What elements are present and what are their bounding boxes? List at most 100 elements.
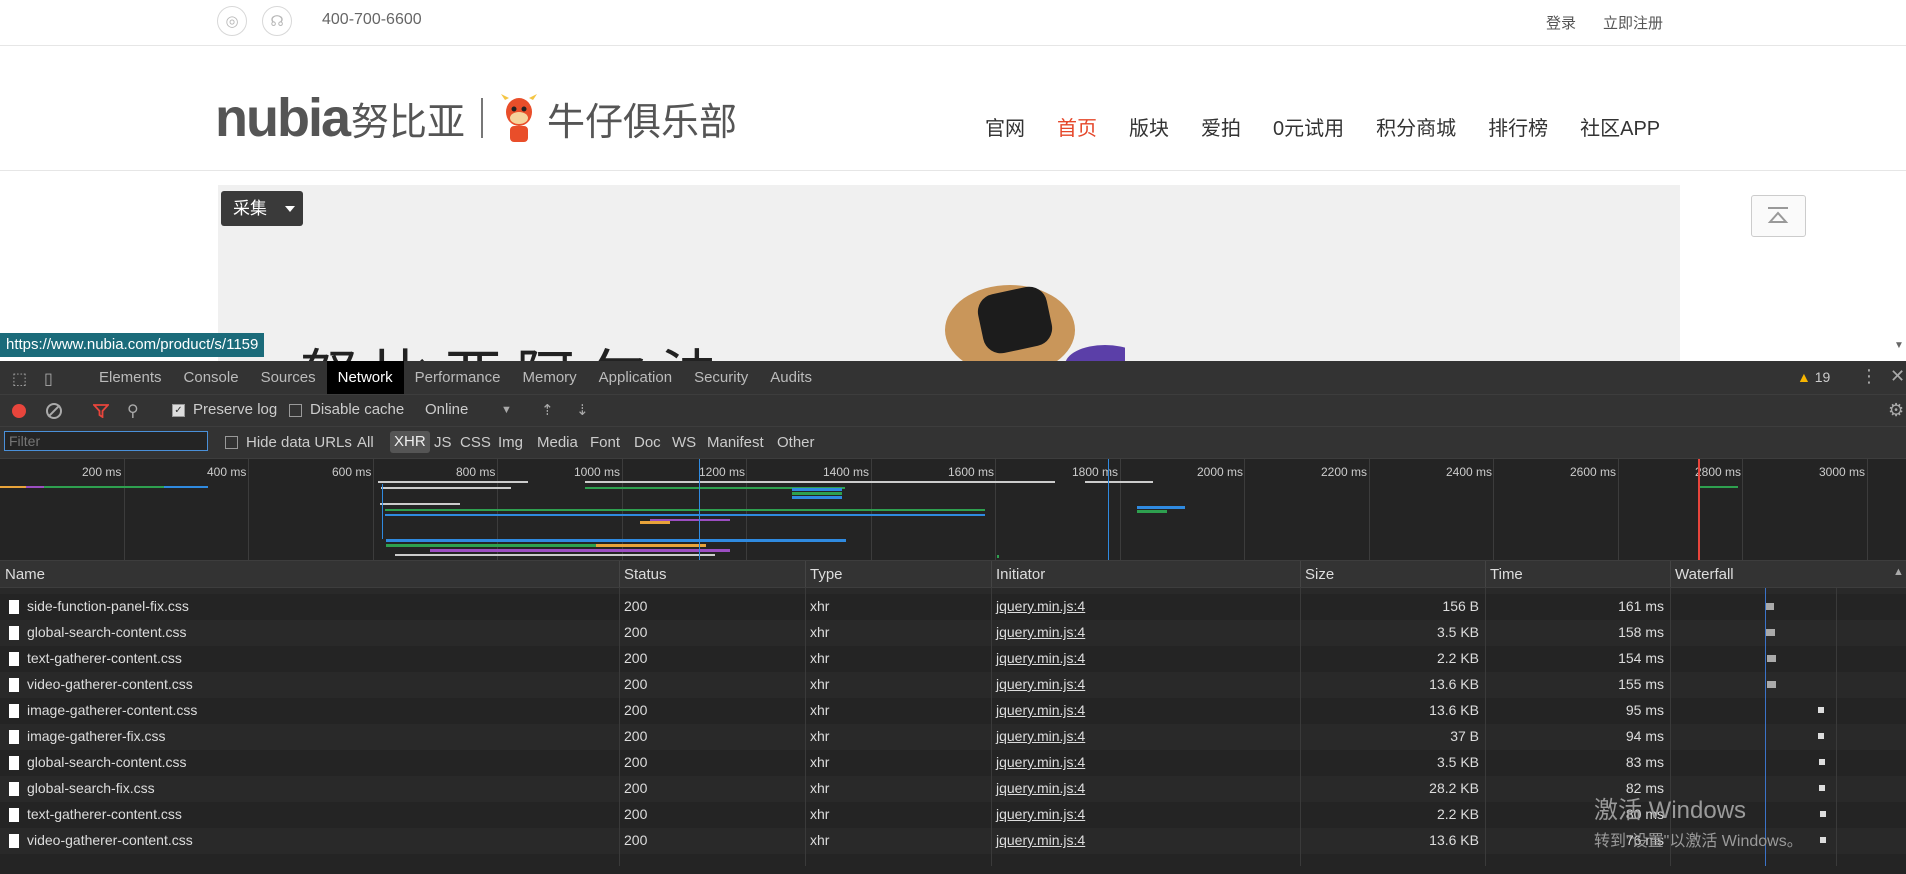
chevron-down-icon bbox=[285, 206, 295, 212]
nav-item-boards[interactable]: 版块 bbox=[1129, 112, 1169, 141]
nav-item-official-site[interactable]: 官网 bbox=[985, 112, 1025, 141]
table-row[interactable]: text-gatherer-content.css 200 xhr jquery… bbox=[0, 646, 1906, 672]
table-row[interactable]: global-search-content.css 200 xhr jquery… bbox=[0, 620, 1906, 646]
filter-type-media[interactable]: Media bbox=[537, 434, 578, 451]
request-initiator-link[interactable]: jquery.min.js:4 bbox=[996, 650, 1085, 666]
filter-type-manifest[interactable]: Manifest bbox=[707, 434, 764, 451]
preserve-log-checkbox[interactable]: ✓ bbox=[172, 404, 185, 417]
col-waterfall[interactable]: Waterfall bbox=[1675, 566, 1734, 583]
filter-type-xhr[interactable]: XHR bbox=[390, 431, 430, 453]
nav-item-points-mall[interactable]: 积分商城 bbox=[1376, 112, 1456, 141]
tab-network[interactable]: Network bbox=[326, 361, 404, 394]
nubia-club-logo[interactable]: nubia 努比亚 牛仔俱乐部 bbox=[215, 88, 737, 148]
request-initiator-link[interactable]: jquery.min.js:4 bbox=[996, 624, 1085, 640]
tab-memory[interactable]: Memory bbox=[512, 361, 588, 394]
request-time: 154 ms bbox=[1618, 650, 1664, 666]
request-initiator-link[interactable]: jquery.min.js:4 bbox=[996, 676, 1085, 692]
import-har-icon[interactable]: ⇡ bbox=[541, 401, 554, 419]
filter-type-font[interactable]: Font bbox=[590, 434, 620, 451]
filter-type-js[interactable]: JS bbox=[434, 434, 452, 451]
tab-audits[interactable]: Audits bbox=[759, 361, 823, 394]
collect-dropdown-button[interactable]: 采集 bbox=[221, 191, 303, 226]
request-size: 156 B bbox=[1442, 598, 1479, 614]
more-options-icon[interactable]: ⋮ bbox=[1860, 366, 1878, 387]
nav-item-home[interactable]: 首页 bbox=[1057, 112, 1097, 141]
request-name: text-gatherer-content.css bbox=[27, 806, 182, 822]
tab-sources[interactable]: Sources bbox=[250, 361, 327, 394]
headset-icon[interactable]: ☊ bbox=[262, 6, 292, 36]
network-overview-timeline[interactable]: 200 ms 400 ms 600 ms 800 ms 1000 ms 1200… bbox=[0, 459, 1906, 561]
search-icon[interactable]: ⚲ bbox=[127, 401, 139, 421]
filter-type-img[interactable]: Img bbox=[498, 434, 523, 451]
settings-gear-icon[interactable]: ⚙ bbox=[1888, 400, 1904, 421]
request-name: global-search-content.css bbox=[27, 754, 187, 770]
filter-type-css[interactable]: CSS bbox=[460, 434, 491, 451]
request-name: image-gatherer-fix.css bbox=[27, 728, 166, 744]
request-type: xhr bbox=[810, 754, 830, 770]
register-link[interactable]: 立即注册 bbox=[1603, 12, 1663, 33]
filter-type-ws[interactable]: WS bbox=[672, 434, 696, 451]
table-row[interactable]: image-gatherer-content.css 200 xhr jquer… bbox=[0, 698, 1906, 724]
table-row[interactable]: global-search-content.css 200 xhr jquery… bbox=[0, 750, 1906, 776]
request-time: 161 ms bbox=[1618, 598, 1664, 614]
device-toolbar-icon[interactable]: ▯ bbox=[44, 369, 53, 389]
request-initiator-link[interactable]: jquery.min.js:4 bbox=[996, 754, 1085, 770]
inspect-element-icon[interactable]: ⬚ bbox=[12, 369, 27, 389]
filter-input[interactable] bbox=[4, 431, 208, 451]
request-initiator-link[interactable]: jquery.min.js:4 bbox=[996, 780, 1085, 796]
filter-funnel-icon[interactable] bbox=[91, 404, 111, 423]
file-icon bbox=[9, 808, 19, 822]
col-name[interactable]: Name bbox=[5, 566, 45, 583]
col-status[interactable]: Status bbox=[624, 566, 667, 583]
request-initiator-link[interactable]: jquery.min.js:4 bbox=[996, 728, 1085, 744]
request-initiator-link[interactable]: jquery.min.js:4 bbox=[996, 598, 1085, 614]
col-initiator[interactable]: Initiator bbox=[996, 566, 1045, 583]
hide-data-urls-checkbox[interactable] bbox=[225, 436, 238, 449]
nav-item-photo[interactable]: 爱拍 bbox=[1201, 112, 1241, 141]
disable-cache-checkbox[interactable] bbox=[289, 404, 302, 417]
chevron-down-icon: ▼ bbox=[501, 404, 512, 416]
throttle-select[interactable]: Online ▼ bbox=[425, 401, 512, 418]
page-scroll-down-icon[interactable]: ▼ bbox=[1894, 340, 1904, 351]
filter-type-other[interactable]: Other bbox=[777, 434, 815, 451]
devtools-tabbar: ⬚ ▯ Elements Console Sources Network Per… bbox=[0, 361, 1906, 395]
back-to-top-button[interactable] bbox=[1751, 195, 1806, 237]
request-size: 13.6 KB bbox=[1429, 832, 1479, 848]
request-initiator-link[interactable]: jquery.min.js:4 bbox=[996, 832, 1085, 848]
tab-console[interactable]: Console bbox=[173, 361, 250, 394]
nav-item-community-app[interactable]: 社区APP bbox=[1580, 112, 1660, 141]
weibo-icon[interactable]: ◎ bbox=[217, 6, 247, 36]
club-name: 牛仔俱乐部 bbox=[547, 101, 738, 144]
request-initiator-link[interactable]: jquery.min.js:4 bbox=[996, 702, 1085, 718]
clear-icon[interactable] bbox=[46, 403, 62, 419]
request-type: xhr bbox=[810, 702, 830, 718]
filter-type-all[interactable]: All bbox=[357, 434, 374, 451]
col-type[interactable]: Type bbox=[810, 566, 843, 583]
table-row[interactable]: side-function-panel-fix.css 200 xhr jque… bbox=[0, 594, 1906, 620]
tab-application[interactable]: Application bbox=[588, 361, 683, 394]
nav-item-free-trial[interactable]: 0元试用 bbox=[1273, 112, 1344, 141]
request-name: video-gatherer-content.css bbox=[27, 832, 193, 848]
tab-security[interactable]: Security bbox=[683, 361, 759, 394]
col-time[interactable]: Time bbox=[1490, 566, 1523, 583]
request-initiator-link[interactable]: jquery.min.js:4 bbox=[996, 806, 1085, 822]
main-nav: 官网 首页 版块 爱拍 0元试用 积分商城 排行榜 社区APP bbox=[985, 112, 1692, 141]
preserve-log-label: Preserve log bbox=[193, 401, 278, 418]
filter-type-doc[interactable]: Doc bbox=[634, 434, 661, 451]
request-type: xhr bbox=[810, 806, 830, 822]
nav-item-ranking[interactable]: 排行榜 bbox=[1488, 112, 1548, 141]
export-har-icon[interactable]: ⇣ bbox=[576, 401, 589, 419]
warnings-counter[interactable]: ▲ 19 bbox=[1797, 369, 1830, 385]
table-row[interactable]: video-gatherer-content.css 200 xhr jquer… bbox=[0, 672, 1906, 698]
nubia-wordmark: nubia bbox=[215, 88, 351, 148]
activation-title: 激活 Windows bbox=[1594, 797, 1747, 824]
request-status: 200 bbox=[624, 676, 648, 692]
table-row[interactable]: image-gatherer-fix.css 200 xhr jquery.mi… bbox=[0, 724, 1906, 750]
login-link[interactable]: 登录 bbox=[1546, 12, 1576, 33]
sort-ascending-icon[interactable]: ▲ bbox=[1893, 566, 1904, 578]
col-size[interactable]: Size bbox=[1305, 566, 1334, 583]
tab-performance[interactable]: Performance bbox=[404, 361, 512, 394]
tab-elements[interactable]: Elements bbox=[88, 361, 173, 394]
close-devtools-icon[interactable]: ✕ bbox=[1890, 366, 1905, 387]
record-icon[interactable] bbox=[12, 404, 26, 418]
